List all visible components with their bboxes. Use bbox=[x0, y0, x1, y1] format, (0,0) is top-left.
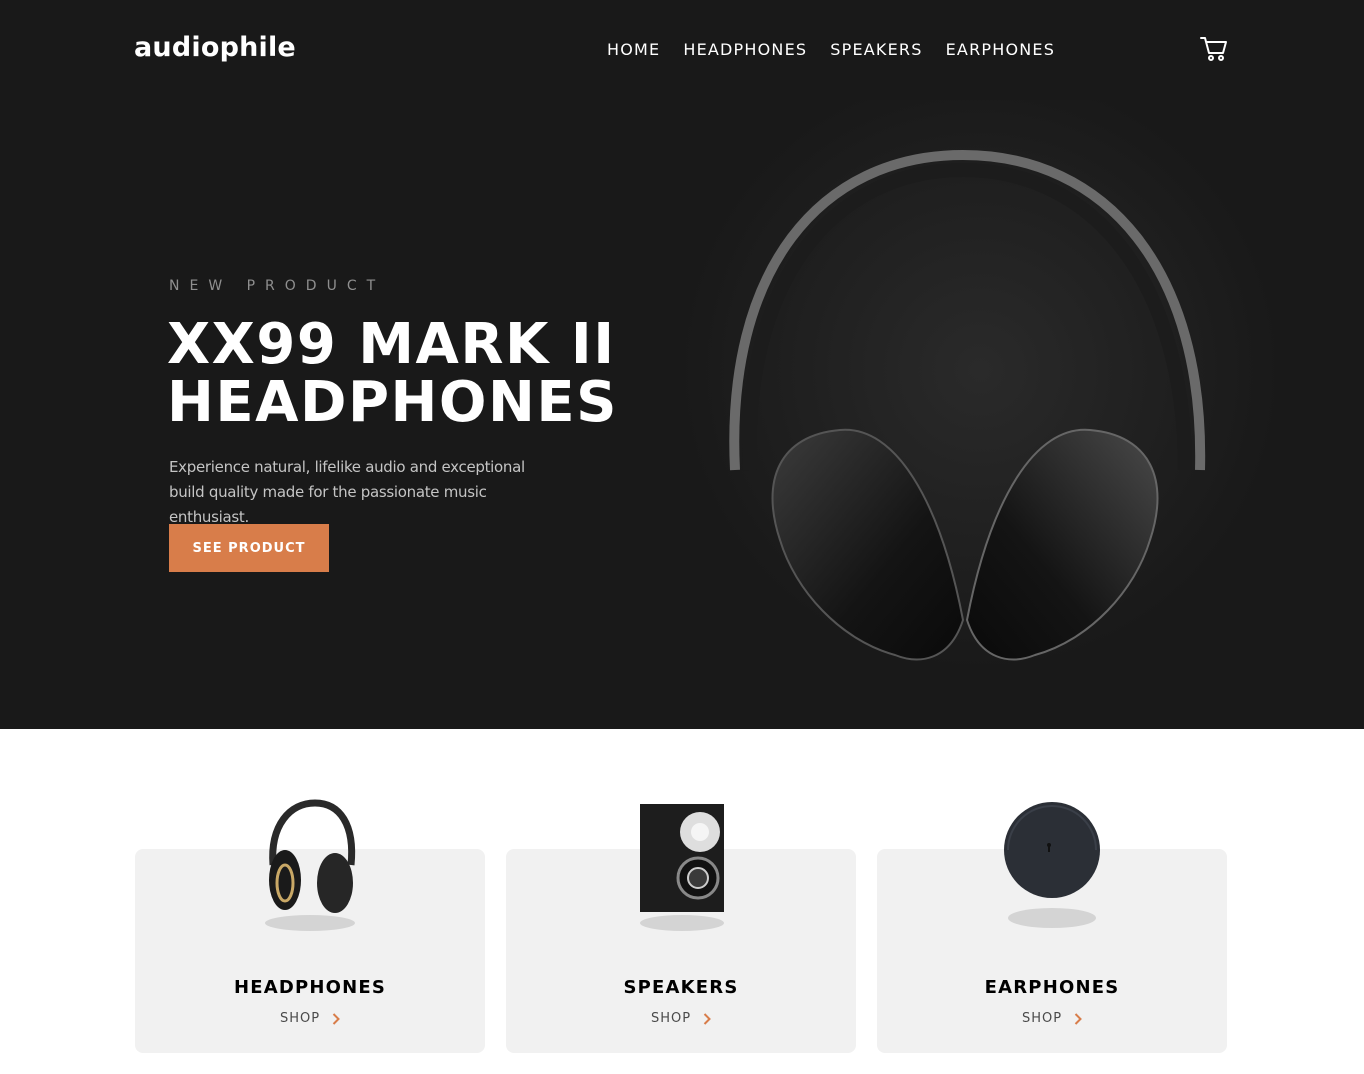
shop-link[interactable]: SHOP bbox=[877, 1011, 1227, 1026]
shop-label: SHOP bbox=[650, 1011, 692, 1026]
site-header: audiophile HOME HEADPHONES SPEAKERS EARP… bbox=[0, 0, 1364, 97]
logo[interactable]: audiophile bbox=[134, 32, 296, 63]
hero-description: Experience natural, lifelike audio and e… bbox=[169, 458, 525, 526]
chevron-right-icon bbox=[332, 1012, 340, 1025]
cart-icon[interactable] bbox=[1200, 36, 1228, 62]
chevron-right-icon bbox=[703, 1012, 711, 1025]
chevron-right-icon bbox=[1074, 1012, 1082, 1025]
new-product-overline: NEW PRODUCT bbox=[169, 278, 386, 294]
shop-label: SHOP bbox=[279, 1011, 321, 1026]
hero-section: audiophile HOME HEADPHONES SPEAKERS EARP… bbox=[0, 0, 1364, 729]
hero-title-line2: HEADPHONES bbox=[167, 370, 618, 435]
hero-title: XX99 MARK II HEADPHONES bbox=[167, 316, 627, 432]
shop-label: SHOP bbox=[1021, 1011, 1063, 1026]
nav-home-link[interactable]: HOME bbox=[607, 40, 660, 59]
see-product-button[interactable]: SEE PRODUCT bbox=[169, 524, 329, 572]
headphones-thumbnail bbox=[265, 799, 356, 931]
nav-speakers-link[interactable]: SPEAKERS bbox=[830, 40, 922, 59]
nav-earphones-link[interactable]: EARPHONES bbox=[946, 40, 1055, 59]
nav-headphones-link[interactable]: HEADPHONES bbox=[683, 40, 807, 59]
category-title: SPEAKERS bbox=[623, 977, 739, 998]
main-nav: HOME HEADPHONES SPEAKERS EARPHONES bbox=[607, 40, 1055, 59]
category-title: HEADPHONES bbox=[233, 977, 387, 998]
hero-title-line1: XX99 MARK II bbox=[167, 312, 616, 377]
shop-link[interactable]: SHOP bbox=[135, 1011, 485, 1026]
speaker-thumbnail bbox=[640, 804, 724, 931]
earphones-case-thumbnail bbox=[1004, 802, 1100, 928]
headphones-hero-image bbox=[680, 100, 1280, 700]
shop-link[interactable]: SHOP bbox=[506, 1011, 856, 1026]
category-title: EARPHONES bbox=[984, 977, 1120, 998]
